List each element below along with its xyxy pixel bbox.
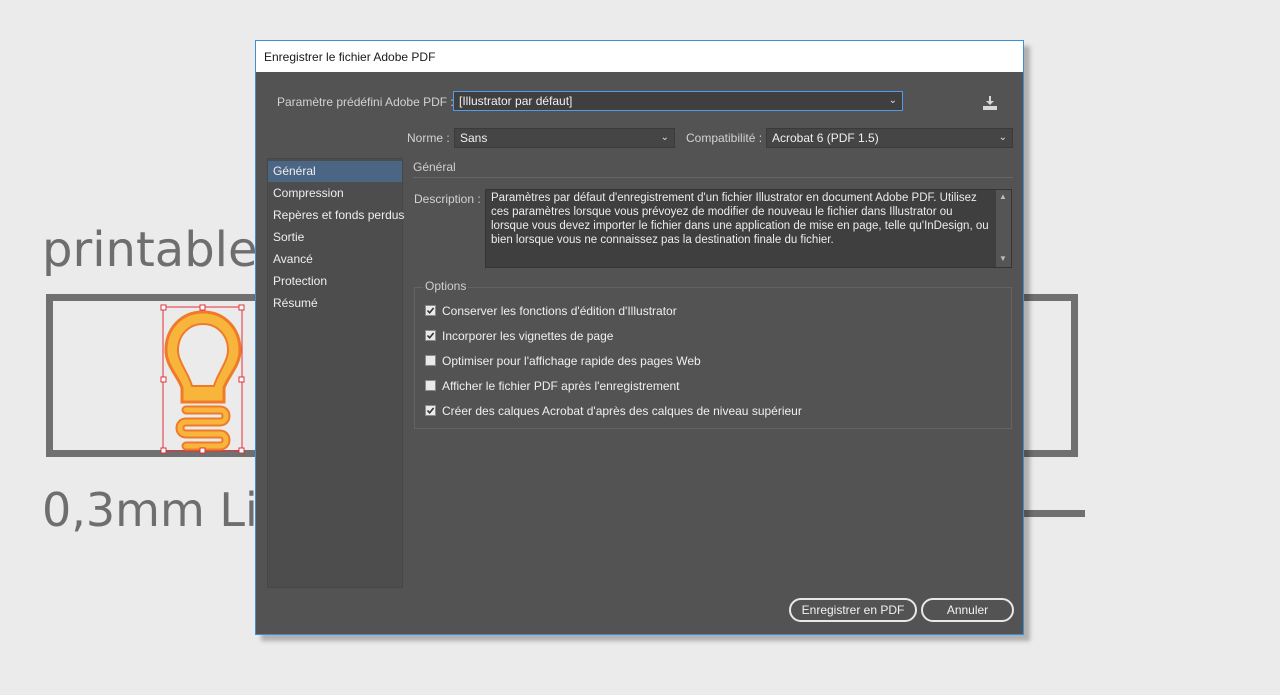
download-icon[interactable] bbox=[982, 95, 998, 111]
scroll-down-icon[interactable]: ▼ bbox=[999, 254, 1007, 263]
option-label: Incorporer les vignettes de page bbox=[442, 329, 614, 343]
compat-value: Acrobat 6 (PDF 1.5) bbox=[772, 131, 879, 145]
preset-label: Paramètre prédéfini Adobe PDF : bbox=[277, 95, 454, 109]
chevron-down-icon: ⌄ bbox=[888, 95, 897, 106]
standard-label: Norme : bbox=[407, 131, 450, 145]
scroll-up-icon[interactable]: ▲ bbox=[999, 192, 1007, 201]
dialog-title: Enregistrer le fichier Adobe PDF bbox=[264, 50, 436, 64]
lightbulb-artwork[interactable] bbox=[158, 304, 248, 454]
dialog-titlebar[interactable]: Enregistrer le fichier Adobe PDF bbox=[256, 41, 1023, 72]
preset-value: [Illustrator par défaut] bbox=[459, 94, 573, 108]
checkbox-checked[interactable] bbox=[425, 330, 436, 341]
save-pdf-button[interactable]: Enregistrer en PDF bbox=[789, 598, 917, 622]
sidebar-item-summary[interactable]: Résumé bbox=[268, 293, 402, 314]
sidebar-item-compression[interactable]: Compression bbox=[268, 183, 402, 204]
options-title: Options bbox=[423, 279, 469, 293]
checkbox-checked[interactable] bbox=[425, 405, 436, 416]
preset-select[interactable]: [Illustrator par défaut] ⌄ bbox=[453, 91, 903, 111]
sidebar-item-general[interactable]: Général bbox=[268, 161, 402, 182]
description-box[interactable]: Paramètres par défaut d'enregistrement d… bbox=[485, 189, 1012, 268]
description-scrollbar[interactable]: ▲ ▼ bbox=[996, 190, 1011, 267]
sidebar: Général Compression Repères et fonds per… bbox=[267, 158, 404, 588]
option-label: Afficher le fichier PDF après l'enregist… bbox=[442, 379, 680, 393]
sidebar-item-marks-bleeds[interactable]: Repères et fonds perdus bbox=[268, 205, 404, 226]
standard-value: Sans bbox=[460, 131, 488, 145]
section-title: Général bbox=[413, 160, 456, 174]
section-divider bbox=[413, 177, 1013, 178]
chevron-down-icon: ⌄ bbox=[998, 132, 1007, 143]
checkbox-unchecked[interactable] bbox=[425, 355, 436, 366]
sidebar-item-output[interactable]: Sortie bbox=[268, 227, 402, 248]
option-label: Optimiser pour l'affichage rapide des pa… bbox=[442, 354, 701, 368]
option-label: Créer des calques Acrobat d'après des ca… bbox=[442, 404, 802, 418]
checkbox-checked[interactable] bbox=[425, 305, 436, 316]
checkbox-unchecked[interactable] bbox=[425, 380, 436, 391]
cancel-button[interactable]: Annuler bbox=[921, 598, 1014, 622]
canvas-text-line: 0,3mm Lin bbox=[42, 483, 287, 537]
description-label: Description : bbox=[414, 192, 481, 206]
standard-select[interactable]: Sans ⌄ bbox=[454, 128, 675, 148]
description-text: Paramètres par défaut d'enregistrement d… bbox=[491, 192, 989, 246]
sidebar-item-advanced[interactable]: Avancé bbox=[268, 249, 402, 270]
sidebar-item-security[interactable]: Protection bbox=[268, 271, 402, 292]
compat-select[interactable]: Acrobat 6 (PDF 1.5) ⌄ bbox=[766, 128, 1013, 148]
save-pdf-dialog: Enregistrer le fichier Adobe PDF Paramèt… bbox=[255, 40, 1024, 635]
chevron-down-icon: ⌄ bbox=[660, 132, 669, 143]
option-label: Conserver les fonctions d'édition d'Illu… bbox=[442, 304, 677, 318]
compat-label: Compatibilité : bbox=[686, 131, 763, 145]
